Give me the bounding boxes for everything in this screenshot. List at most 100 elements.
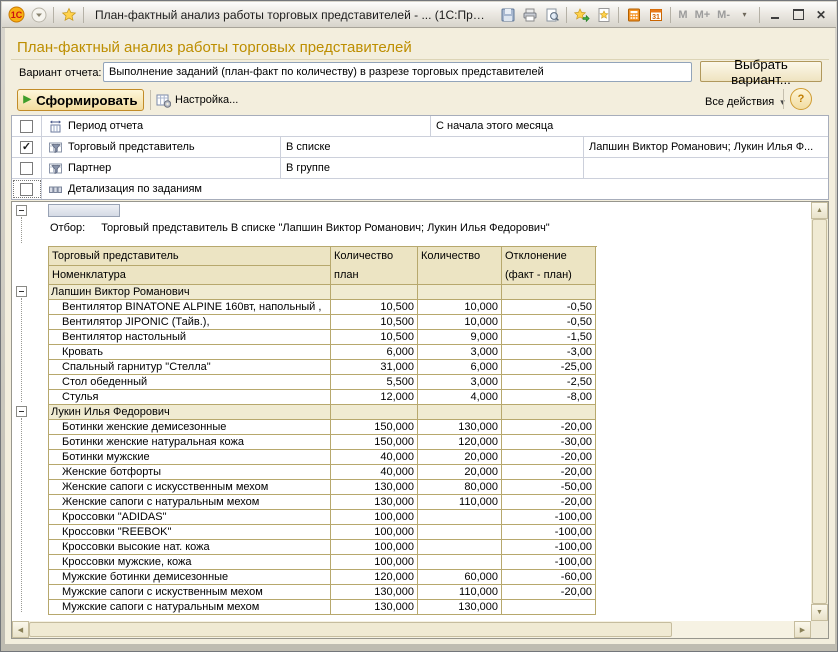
group-collapse-button[interactable]: [16, 406, 27, 417]
report-row[interactable]: Кроссовки высокие нат. кожа100,000-100,0…: [49, 540, 597, 555]
report-deviation-value: -100,00: [502, 510, 596, 525]
header-sales-rep: Торговый представитель: [49, 247, 330, 266]
report-row[interactable]: Кроссовки мужские, кожа100,000-100,00: [49, 555, 597, 570]
filter-checkbox[interactable]: [20, 183, 33, 196]
report-row[interactable]: Ботинки мужские40,00020,000-20,00: [49, 450, 597, 465]
filter-name-cell[interactable]: Детализация по заданиям: [42, 179, 828, 199]
scroll-down-button[interactable]: ▼: [811, 604, 828, 621]
group-collapse-button[interactable]: [16, 205, 27, 216]
generate-report-button[interactable]: ▶ Сформировать: [17, 89, 144, 111]
report-row[interactable]: Вентилятор настольный10,5009,000-1,50: [49, 330, 597, 345]
help-button[interactable]: ?: [790, 88, 812, 110]
report-row[interactable]: Ботинки женские натуральная кожа150,0001…: [49, 435, 597, 450]
report-plan-value: 100,000: [331, 525, 418, 540]
filter-checkbox-cell[interactable]: [12, 116, 42, 136]
system-menu-dropdown-icon[interactable]: [29, 5, 48, 24]
report-fact-value: 10,000: [418, 300, 502, 315]
report-row[interactable]: Мужские ботинки демисезонные120,00060,00…: [49, 570, 597, 585]
maximize-icon: [793, 9, 804, 20]
filter-checkbox[interactable]: [20, 120, 33, 133]
report-row[interactable]: Вентилятор BINATONE ALPINE 160вт, наполь…: [49, 300, 597, 315]
filter-name-cell[interactable]: Торговый представитель: [42, 137, 281, 157]
header-col-grouping[interactable]: Торговый представитель Номенклатура: [49, 247, 331, 285]
report-row[interactable]: Женские сапоги с натуральным мехом130,00…: [49, 495, 597, 510]
memory-m-plus-button[interactable]: M+: [693, 9, 713, 21]
report-deviation-value: -20,00: [502, 450, 596, 465]
calendar-day-text: 31: [652, 14, 660, 21]
memory-m-minus-button[interactable]: M-: [715, 9, 732, 21]
filter-value-cell[interactable]: [584, 158, 828, 178]
filter-checkbox-cell[interactable]: ✓: [12, 137, 42, 157]
minimize-button[interactable]: [765, 6, 785, 24]
vertical-scrollbar[interactable]: ▲ ▼: [811, 202, 828, 621]
report-row[interactable]: Спальный гарнитур "Стелла"31,0006,000-25…: [49, 360, 597, 375]
report-row[interactable]: Кровать6,0003,000-3,00: [49, 345, 597, 360]
spreadsheet[interactable]: Отбор:Торговый представитель В списке "Л…: [48, 202, 811, 621]
toolbar-overflow-icon[interactable]: ▾: [735, 5, 754, 24]
header-quantity-plan-line1: Количество: [331, 247, 417, 266]
filter-condition-cell[interactable]: В группе: [281, 158, 584, 178]
report-row[interactable]: Мужские сапоги с натуральным мехом130,00…: [49, 600, 597, 615]
horizontal-scroll-thumb[interactable]: [29, 622, 672, 637]
group-collapse-button[interactable]: [16, 286, 27, 297]
filter-name-cell[interactable]: Партнер: [42, 158, 281, 178]
maximize-button[interactable]: [788, 6, 808, 24]
header-col-deviation[interactable]: Отклонение (факт - план): [502, 247, 596, 285]
1c-logo-icon[interactable]: 1С: [7, 5, 26, 24]
toolbar-separator: [783, 89, 784, 109]
filter-icon: [48, 161, 63, 176]
scrollbar-corner: [811, 621, 828, 638]
add-to-favorites-icon[interactable]: [572, 5, 591, 24]
header-col-quantity-plan[interactable]: Количество план: [331, 247, 418, 285]
calculator-icon[interactable]: [624, 5, 643, 24]
favorites-star-icon[interactable]: [59, 5, 78, 24]
report-row[interactable]: Женские ботфорты40,00020,000-20,00: [49, 465, 597, 480]
report-fact-value: 80,000: [418, 480, 502, 495]
header-deviation-line2: (факт - план): [502, 266, 595, 285]
filter-name-label: Детализация по заданиям: [68, 183, 202, 195]
scroll-left-button[interactable]: ◀: [12, 621, 29, 638]
header-col-quantity-fact[interactable]: Количество: [418, 247, 502, 285]
report-row[interactable]: Кроссовки "REEBOK"100,000-100,00: [49, 525, 597, 540]
report-item-name: Ботинки женские натуральная кожа: [49, 435, 331, 450]
report-row[interactable]: Ботинки женские демисезонные150,000130,0…: [49, 420, 597, 435]
report-fact-value: 20,000: [418, 465, 502, 480]
scroll-up-icon: ▲: [816, 207, 823, 214]
report-row[interactable]: Стулья12,0004,000-8,00: [49, 390, 597, 405]
report-row[interactable]: Вентилятор JIPONIC (Тайв.),10,50010,000-…: [49, 315, 597, 330]
vertical-scroll-thumb[interactable]: [812, 219, 827, 604]
all-actions-button[interactable]: Все действия ▾: [705, 92, 785, 112]
favorites-page-icon[interactable]: [594, 5, 613, 24]
close-button[interactable]: ✕: [811, 6, 831, 24]
filter-value-cell[interactable]: С начала этого месяца: [431, 116, 828, 136]
report-group-row[interactable]: Лукин Илья Федорович: [49, 405, 597, 420]
active-cell-cursor[interactable]: [48, 204, 120, 217]
report-row[interactable]: Стол обеденный5,5003,000-2,50: [49, 375, 597, 390]
scroll-up-button[interactable]: ▲: [811, 202, 828, 219]
report-row[interactable]: Кроссовки "ADIDAS"100,000-100,00: [49, 510, 597, 525]
report-group-row[interactable]: Лапшин Виктор Романович: [49, 285, 597, 300]
save-icon[interactable]: [498, 5, 517, 24]
filter-name-cell[interactable]: Период отчета: [42, 116, 431, 136]
filter-checkbox-cell[interactable]: [12, 158, 42, 178]
filter-condition-cell[interactable]: В списке: [281, 137, 584, 157]
calendar-icon[interactable]: 31: [646, 5, 665, 24]
scroll-right-button[interactable]: ▶: [794, 621, 811, 638]
variant-input[interactable]: [103, 62, 692, 82]
report-fact-value: [418, 525, 502, 540]
report-row[interactable]: Мужские сапоги с искуственным мехом130,0…: [49, 585, 597, 600]
filter-checkbox[interactable]: [20, 162, 33, 175]
print-icon[interactable]: [520, 5, 539, 24]
filter-checkbox-cell[interactable]: [12, 179, 42, 199]
print-preview-icon[interactable]: [542, 5, 561, 24]
choose-variant-button[interactable]: Выбрать вариант...: [700, 61, 822, 82]
report-fact-value: 10,000: [418, 315, 502, 330]
settings-button[interactable]: Настройка...: [156, 90, 238, 110]
filter-value-cell[interactable]: Лапшин Виктор Романович; Лукин Илья Ф...: [584, 137, 828, 157]
report-plan-value: 130,000: [331, 585, 418, 600]
report-item-name: Вентилятор JIPONIC (Тайв.),: [49, 315, 331, 330]
filter-checkbox[interactable]: ✓: [20, 141, 33, 154]
horizontal-scrollbar[interactable]: ◀ ▶: [12, 621, 811, 638]
memory-m-button[interactable]: M: [676, 9, 689, 21]
report-row[interactable]: Женские сапоги с искусственным мехом130,…: [49, 480, 597, 495]
